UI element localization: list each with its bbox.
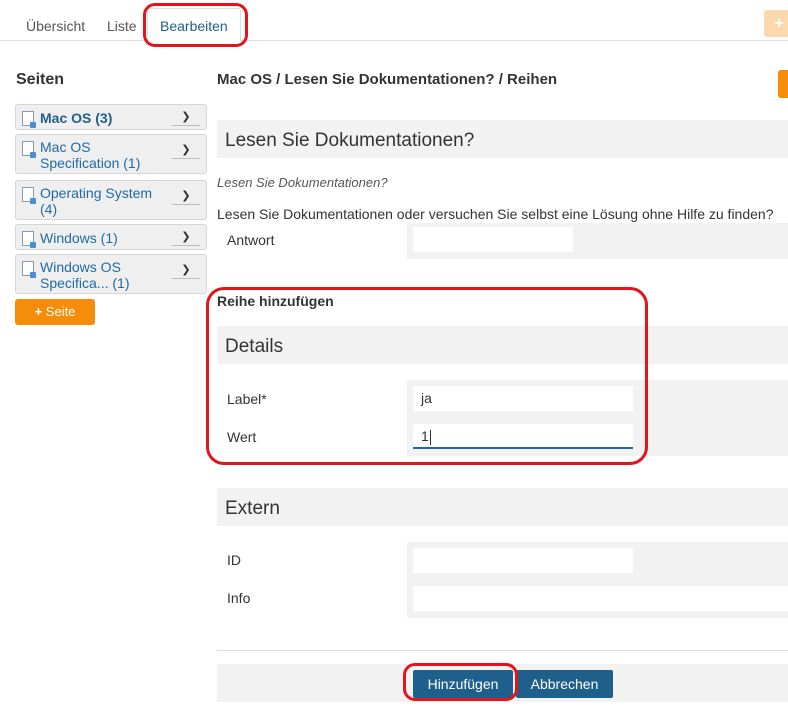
highlight-edit-tab <box>143 3 248 47</box>
sidebar-item-operating-system[interactable]: Operating System (4) ❯ <box>15 180 207 220</box>
chevron-down-icon[interactable]: ❯ <box>172 187 200 205</box>
info-field-label: Info <box>227 590 251 606</box>
highlight-add-row-form <box>206 287 648 465</box>
page-edit-icon <box>22 111 36 128</box>
chevron-down-icon[interactable]: ❯ <box>172 141 200 159</box>
sidebar-item-label: Mac OS Specification (1) <box>40 139 141 171</box>
id-input[interactable] <box>413 548 633 573</box>
sidebar-item-mac-os-specification[interactable]: Mac OS Specification (1) ❯ <box>15 134 207 174</box>
page-icon <box>22 231 36 248</box>
answer-field[interactable] <box>413 227 573 252</box>
add-page-label: Seite <box>45 304 76 319</box>
breadcrumb: Mac OS / Lesen Sie Dokumentationen? / Re… <box>217 71 558 88</box>
sidebar-item-label: Mac OS (3) <box>40 110 113 126</box>
sidebar-title: Seiten <box>16 71 65 88</box>
tab-overview[interactable]: Übersicht <box>16 8 95 44</box>
tab-bar: Übersicht Liste Bearbeiten <box>0 0 788 44</box>
answer-label: Antwort <box>227 232 275 248</box>
cancel-button[interactable]: Abbrechen <box>516 670 613 698</box>
external-section-title: Extern <box>225 498 280 519</box>
tab-list[interactable]: Liste <box>97 8 147 44</box>
id-field-label: ID <box>227 552 241 568</box>
question-text: Lesen Sie Dokumentationen oder versuchen… <box>217 206 774 222</box>
page-icon <box>22 141 36 158</box>
sidebar-item-label: Windows OS Specifica... (1) <box>40 259 130 291</box>
divider <box>217 650 788 651</box>
page-icon <box>22 261 36 278</box>
sidebar-item-label: Operating System (4) <box>40 185 153 217</box>
info-input[interactable] <box>413 586 788 611</box>
plus-icon: + <box>34 304 43 319</box>
chevron-down-icon[interactable]: ❯ <box>172 228 200 246</box>
chevron-down-icon[interactable]: ❯ <box>172 108 200 126</box>
add-page-button[interactable]: + Seite <box>15 299 95 325</box>
question-italic-text: Lesen Sie Dokumentationen? <box>217 175 388 190</box>
question-section-header: Lesen Sie Dokumentationen? <box>217 120 788 158</box>
external-section-header: Extern <box>217 488 788 526</box>
question-section-title: Lesen Sie Dokumentationen? <box>225 130 475 151</box>
sidebar-item-windows-os-specification[interactable]: Windows OS Specifica... (1) ❯ <box>15 254 207 294</box>
page-icon <box>22 187 36 204</box>
chevron-down-icon[interactable]: ❯ <box>172 261 200 279</box>
top-add-button[interactable]: + <box>764 10 788 37</box>
highlight-add-button <box>403 663 518 701</box>
sidebar-item-mac-os[interactable]: Mac OS (3) ❯ <box>15 104 207 130</box>
sidebar-item-label: Windows (1) <box>40 230 118 246</box>
sidebar-item-windows[interactable]: Windows (1) ❯ <box>15 224 207 250</box>
side-action-button[interactable] <box>778 70 788 98</box>
